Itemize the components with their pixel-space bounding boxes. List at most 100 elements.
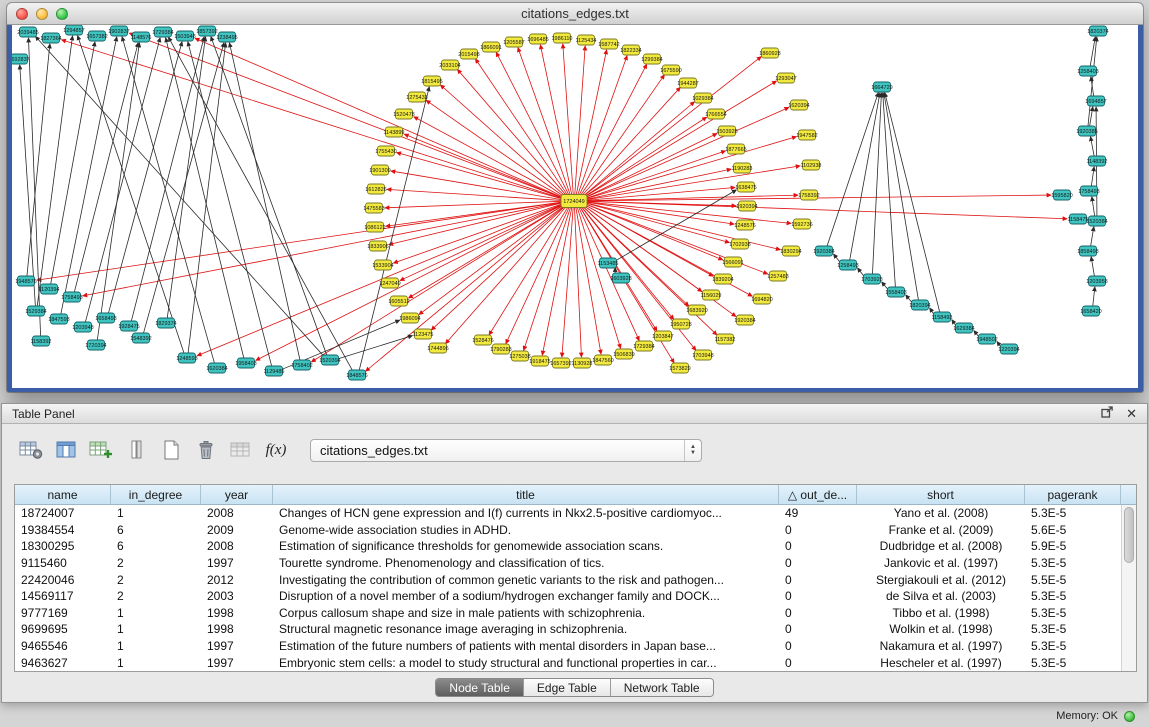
graph-node[interactable]: 1123475 [412,329,433,339]
graph-node[interactable]: 1847560 [592,355,613,365]
graph-node[interactable]: 1790283 [490,344,511,354]
delete-column-icon[interactable] [121,436,151,464]
graph-node[interactable]: 1503948 [174,31,195,41]
graph-node[interactable]: 1958403 [235,358,256,368]
table-row[interactable]: 1872400712008Changes of HCN gene express… [15,505,1136,522]
graph-node[interactable]: 1638475 [735,182,756,192]
graph-node[interactable]: 1587742 [598,39,619,49]
table-row[interactable]: 1456911722003Disruption of a novel membe… [15,588,1136,605]
graph-node[interactable]: 1203958 [1086,276,1107,286]
graph-node[interactable]: 1928475 [118,321,139,331]
graph-node[interactable]: 1820374 [1087,26,1108,36]
vertical-scrollbar[interactable] [1121,505,1136,671]
close-window-icon[interactable] [16,8,28,20]
tab-edge-table[interactable]: Edge Table [524,679,611,696]
table-row[interactable]: 911546021997Tourette syndrome. Phenomeno… [15,555,1136,572]
graph-node[interactable]: 1857392 [196,26,217,36]
show-columns-icon[interactable] [51,436,81,464]
graph-node[interactable]: 1877665 [725,144,746,154]
graph-node[interactable]: 1629384 [953,323,974,333]
graph-node[interactable]: 1130928 [571,358,592,368]
graph-node[interactable]: 1827364 [40,33,61,43]
network-window-titlebar[interactable]: citations_edges.txt [7,3,1143,25]
column-header-title[interactable]: title [273,485,779,504]
graph-node[interactable]: 1947582 [796,130,817,140]
graph-node[interactable]: 1720394 [85,340,106,350]
graph-node[interactable]: 1858493 [1077,246,1098,256]
column-header-short[interactable]: short [857,485,1025,504]
table-row[interactable]: 946554611997Estimation of the future num… [15,638,1136,655]
graph-node[interactable]: 1901309 [369,165,390,175]
graph-node[interactable]: 1944287 [677,78,698,88]
graph-node[interactable]: 1238495 [216,32,237,42]
graph-node[interactable]: 1129485 [263,366,284,376]
graph-node[interactable]: 1755430 [375,146,396,156]
column-header-in_degree[interactable]: in_degree [111,485,201,504]
graph-node[interactable]: 1703948 [692,350,713,360]
graph-node[interactable]: 1258493 [837,260,858,270]
graph-node[interactable]: 1220394 [998,344,1019,354]
graph-node[interactable]: 1190283 [731,163,752,173]
graph-node[interactable]: 1258403 [1077,66,1098,76]
graph-node[interactable]: 1866091 [480,42,501,52]
tab-network-table[interactable]: Network Table [611,679,713,696]
scrollbar-thumb[interactable] [1124,507,1134,563]
graph-hub-node[interactable]: 1724049 [561,195,587,208]
tab-node-table[interactable]: Node Table [436,679,524,696]
graph-node[interactable]: 1086122 [364,222,385,232]
graph-node[interactable]: 1248593 [176,353,197,363]
graph-node[interactable]: 1592736 [791,219,812,229]
graph-node[interactable]: 1299384 [641,54,662,64]
column-header-name[interactable]: name [15,485,111,504]
graph-node[interactable]: 1158392 [30,336,51,346]
graph-node[interactable]: 1839204 [712,274,733,284]
column-header-out_degree[interactable]: △ out_de... [779,485,857,504]
graph-node[interactable]: 1848576 [346,370,367,380]
table-row[interactable]: 977716911998Corpus callosum shape and si… [15,605,1136,622]
graph-node[interactable]: 1520384 [1086,216,1107,226]
graph-node[interactable]: 1920384 [813,246,834,256]
table-row[interactable]: 969969511998Structural magnetic resonanc… [15,621,1136,638]
graph-node[interactable]: 1205587 [503,37,524,47]
graph-node[interactable]: 1475583 [363,203,384,213]
graph-node[interactable]: 1620384 [206,363,227,373]
graph-node[interactable]: 1902837 [108,26,129,36]
graph-node[interactable]: 1847593 [48,314,69,324]
graph-node[interactable]: 1986110 [551,33,572,43]
graph-node[interactable]: 1620394 [788,100,809,110]
graph-node[interactable]: 2033104 [439,60,460,70]
graph-node[interactable]: 1758402 [291,360,312,370]
graph-node[interactable]: 1758493 [61,292,82,302]
graph-node[interactable]: 1595820 [1051,190,1072,200]
import-table-icon[interactable] [226,436,256,464]
graph-node[interactable]: 1558403 [885,287,906,297]
graph-node[interactable]: 2039485 [17,27,38,37]
graph-node[interactable]: 1657382 [86,31,107,41]
graph-node[interactable]: 1657392 [550,358,571,368]
graph-node[interactable]: 1815495 [421,76,442,86]
function-builder-icon[interactable]: f(x) [261,436,291,464]
graph-node[interactable]: 1203847 [652,331,673,341]
graph-node[interactable]: 1822334 [620,45,641,55]
graph-node[interactable]: 1566091 [722,257,743,267]
table-row[interactable]: 1938455462009Genome-wide association stu… [15,522,1136,539]
graph-node[interactable]: 1948502 [976,334,997,344]
graph-node[interactable]: 1148576 [130,32,151,42]
graph-node[interactable]: 1156029 [700,290,721,300]
graph-node[interactable]: 1820394 [909,300,930,310]
graph-node[interactable]: 1203948 [72,322,93,332]
graph-node[interactable]: 1694857 [1085,96,1106,106]
close-panel-icon[interactable]: ✕ [1126,407,1137,420]
graph-node[interactable]: 1683920 [686,305,707,315]
graph-node[interactable]: 1694820 [751,294,772,304]
table-row[interactable]: 946362711997Embryonic stem cells: a mode… [15,654,1136,671]
graph-node[interactable]: 1830294 [780,246,801,256]
column-header-pagerank[interactable]: pagerank [1025,485,1121,504]
graph-node[interactable]: 1658493 [95,313,116,323]
graph-node[interactable]: 1503928 [716,126,737,136]
graph-node[interactable]: 1692837 [12,54,30,64]
graph-node[interactable]: 1294857 [63,25,84,35]
table-mode-icon[interactable] [16,436,46,464]
graph-node[interactable]: 1658420 [1080,306,1101,316]
graph-node[interactable]: 1675590 [660,65,681,75]
